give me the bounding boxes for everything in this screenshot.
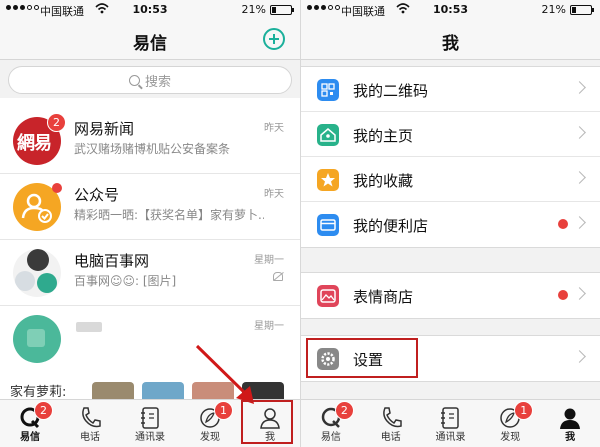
tab-bar: 2 易信 电话 通讯录 1 发现 我 [301, 399, 600, 447]
menu-item-store[interactable]: 我的便利店 [301, 202, 600, 247]
battery-percent: 21% [541, 3, 566, 16]
menu-item-label: 我的主页 [353, 127, 414, 145]
tab-label: 发现 [500, 432, 521, 443]
chat-list-screen: 中国联通 10:53 21% 易信 搜索 網易 2 网易新闻 昨天 武汉赌场赌博… [0, 0, 300, 447]
menu-item-label: 我的收藏 [353, 172, 414, 190]
settings-icon [317, 348, 339, 370]
nav-bar: 我 [301, 20, 600, 60]
page-title: 我 [442, 34, 459, 54]
menu-item-label: 表情商店 [353, 288, 414, 306]
qr-code-icon [317, 79, 339, 101]
menu-group-profile: 我的二维码 我的主页 我的收藏 我的便利店 [301, 66, 600, 248]
chevron-right-icon [573, 171, 586, 184]
chevron-right-icon [573, 81, 586, 94]
menu-item-label: 设置 [353, 351, 384, 369]
sticker-icon [317, 285, 339, 307]
tab-discover[interactable]: 1 发现 [480, 400, 540, 447]
battery-icon [570, 5, 594, 15]
menu-group-settings: 设置 [301, 335, 600, 382]
tab-me[interactable]: 我 [540, 400, 600, 447]
annotation-arrow [195, 344, 254, 404]
tab-badge: 2 [334, 401, 354, 420]
menu-item-sticker-store[interactable]: 表情商店 [301, 273, 600, 318]
new-indicator-dot [558, 290, 568, 300]
chevron-right-icon [573, 216, 586, 229]
star-icon [317, 169, 339, 191]
me-screen: 中国联通 10:53 21% 我 我的二维码 我的主页 我的收藏 我的便利店 表… [300, 0, 600, 447]
menu-item-favorites[interactable]: 我的收藏 [301, 157, 600, 202]
status-bar: 中国联通 10:53 21% [301, 0, 600, 20]
tab-chat[interactable]: 2 易信 [301, 400, 361, 447]
menu-item-label: 我的二维码 [353, 82, 429, 100]
chevron-right-icon [573, 350, 586, 363]
tab-contacts[interactable]: 通讯录 [421, 400, 481, 447]
menu-group-stickers: 表情商店 [301, 272, 600, 319]
tab-badge: 1 [514, 401, 534, 420]
menu-item-label: 我的便利店 [353, 217, 429, 235]
tab-label: 通讯录 [435, 432, 466, 443]
menu-item-settings[interactable]: 设置 [301, 336, 600, 381]
home-icon [317, 124, 339, 146]
tab-phone[interactable]: 电话 [361, 400, 421, 447]
menu-item-qr-code[interactable]: 我的二维码 [301, 67, 600, 112]
chevron-right-icon [573, 126, 586, 139]
menu-item-homepage[interactable]: 我的主页 [301, 112, 600, 157]
new-indicator-dot [558, 219, 568, 229]
tab-label: 易信 [320, 432, 341, 443]
tab-label: 电话 [380, 432, 401, 443]
chevron-right-icon [573, 287, 586, 300]
tab-label: 我 [565, 432, 576, 443]
store-icon [317, 214, 339, 236]
